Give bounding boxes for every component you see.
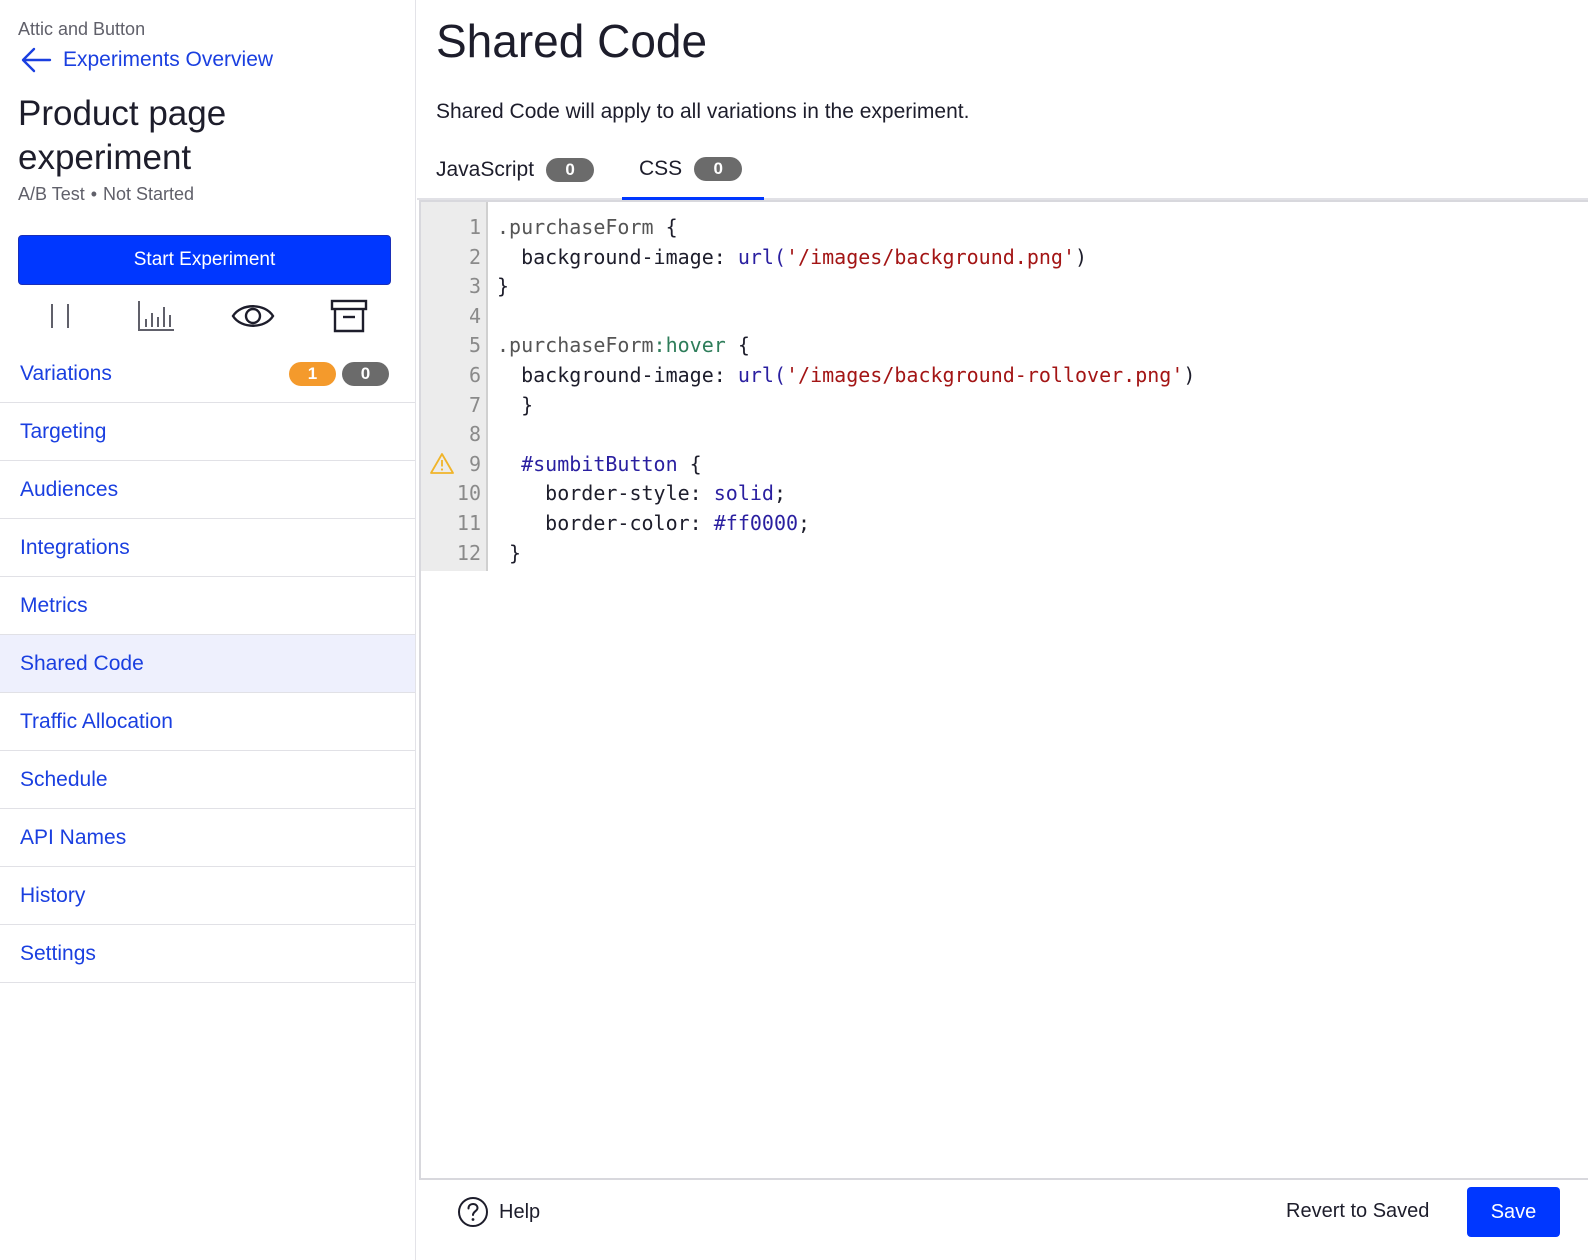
experiment-status: Not Started bbox=[103, 184, 195, 204]
preview-eye-icon[interactable] bbox=[231, 296, 275, 336]
pause-icon[interactable] bbox=[38, 296, 82, 336]
sidebar-item-history[interactable]: History bbox=[0, 867, 415, 925]
code-editor[interactable]: 1 .purchaseForm { 2 background-image: url(… bbox=[419, 200, 1588, 1180]
line-code: #sumbitButton { bbox=[521, 451, 702, 476]
sidebar-item-label: Metrics bbox=[20, 593, 88, 617]
code-tabs: JavaScript 0 CSS 0 bbox=[417, 140, 1588, 200]
line-code: } bbox=[497, 274, 510, 299]
separator-dot: • bbox=[90, 184, 98, 204]
sidebar-item-settings[interactable]: Settings bbox=[0, 925, 415, 983]
sidebar-item-integrations[interactable]: Integrations bbox=[0, 519, 415, 577]
sidebar-item-label: Integrations bbox=[20, 535, 130, 559]
sidebar-item-label: History bbox=[20, 883, 86, 907]
experiment-title: Product page experiment bbox=[18, 94, 227, 177]
line-number: 4 bbox=[468, 303, 481, 328]
sidebar-item-schedule[interactable]: Schedule bbox=[0, 751, 415, 809]
code-line: 1 .purchaseForm { bbox=[421, 212, 1581, 242]
sidebar-item-label: Traffic Allocation bbox=[20, 709, 173, 733]
experiment-nav: Variations 1 0 Targeting Audiences Integ… bbox=[0, 345, 415, 983]
error-count-badge: 0 bbox=[342, 362, 389, 386]
page-title: Shared Code bbox=[436, 15, 708, 67]
code-line: 11 border-color: #ff0000; bbox=[421, 508, 1581, 538]
tab-count-badge: 0 bbox=[546, 158, 595, 182]
sidebar-item-targeting[interactable]: Targeting bbox=[0, 403, 415, 461]
code-line: 5 .purchaseForm:hover { bbox=[421, 330, 1581, 360]
line-number: 8 bbox=[468, 422, 481, 447]
project-name: Attic and Button bbox=[18, 19, 146, 39]
code-line: 6 background-image: url('/images/backgro… bbox=[421, 360, 1581, 390]
sidebar-item-label: Targeting bbox=[20, 419, 107, 443]
tab-css[interactable]: CSS 0 bbox=[622, 140, 764, 200]
help-label: Help bbox=[499, 1200, 541, 1223]
line-code: background-image: url('/images/backgroun… bbox=[497, 363, 1196, 387]
code-line: 7 } bbox=[421, 390, 1581, 420]
experiment-meta: A/B Test • Not Started bbox=[18, 184, 194, 205]
code-line: 2 background-image: url('/images/backgro… bbox=[421, 242, 1581, 272]
line-number: 3 bbox=[468, 274, 481, 299]
code-line: 9 #sumbitButton { bbox=[421, 449, 1581, 479]
start-experiment-button[interactable]: Start Experiment bbox=[18, 235, 391, 285]
sidebar-item-traffic-allocation[interactable]: Traffic Allocation bbox=[0, 693, 415, 751]
line-code: .purchaseForm { bbox=[497, 215, 678, 239]
line-number: 2 bbox=[468, 244, 481, 269]
footer-bar: Help Revert to Saved Save bbox=[417, 1180, 1588, 1260]
sidebar-item-shared-code[interactable]: Shared Code bbox=[0, 635, 415, 693]
code-line: 10 border-style: solid; bbox=[421, 478, 1581, 508]
sidebar: Attic and Button Experiments Overview Pr… bbox=[0, 0, 416, 1260]
line-number: 11 bbox=[456, 511, 481, 535]
line-number: 10 bbox=[456, 481, 481, 506]
tab-count-badge: 0 bbox=[694, 156, 743, 181]
sidebar-item-label: Settings bbox=[20, 941, 96, 965]
help-circle-icon bbox=[458, 1197, 488, 1227]
sidebar-item-label: Variations bbox=[20, 361, 112, 385]
back-to-experiments-link[interactable]: Experiments Overview bbox=[20, 46, 273, 74]
warning-icon[interactable] bbox=[430, 452, 454, 474]
back-link-label: Experiments Overview bbox=[63, 48, 274, 71]
sidebar-item-label: Schedule bbox=[20, 767, 108, 791]
sidebar-item-api-names[interactable]: API Names bbox=[0, 809, 415, 867]
line-code: border-style: solid; bbox=[497, 481, 787, 506]
help-button[interactable]: Help bbox=[457, 1196, 540, 1228]
code-line: 12 } bbox=[421, 538, 1581, 568]
results-chart-icon[interactable] bbox=[134, 296, 178, 336]
code-line: 4 bbox=[421, 301, 1581, 331]
line-code: .purchaseForm:hover { bbox=[497, 333, 750, 358]
save-button[interactable]: Save bbox=[1467, 1187, 1560, 1237]
line-code: border-color: #ff0000; bbox=[497, 511, 811, 535]
line-number: 7 bbox=[468, 392, 481, 417]
code-line: 3} bbox=[421, 271, 1581, 301]
experiment-type: A/B Test bbox=[18, 184, 85, 204]
variations-badges: 1 0 bbox=[289, 362, 389, 386]
main-panel: Shared Code Shared Code will apply to al… bbox=[417, 0, 1588, 1260]
line-number: 12 bbox=[456, 540, 481, 565]
line-code: background-image: url('/images/backgroun… bbox=[497, 244, 1088, 269]
tab-javascript[interactable]: JavaScript 0 bbox=[436, 140, 595, 200]
line-number: 5 bbox=[468, 333, 481, 358]
line-number: 6 bbox=[468, 363, 481, 387]
page-description: Shared Code will apply to all variations… bbox=[436, 100, 970, 123]
arrow-left-icon bbox=[21, 47, 52, 73]
tab-label: JavaScript bbox=[436, 158, 535, 181]
code-line: 8 bbox=[421, 419, 1581, 449]
warning-count-badge: 1 bbox=[289, 362, 336, 386]
experiment-actions bbox=[18, 296, 391, 338]
line-number: 1 bbox=[468, 215, 481, 239]
tab-label: CSS bbox=[639, 156, 683, 180]
sidebar-item-variations[interactable]: Variations 1 0 bbox=[0, 345, 415, 403]
archive-icon[interactable] bbox=[327, 296, 371, 336]
sidebar-item-label: Audiences bbox=[20, 477, 119, 501]
sidebar-item-label: Shared Code bbox=[20, 651, 144, 675]
sidebar-item-label: API Names bbox=[20, 825, 127, 849]
line-code: } bbox=[497, 392, 534, 417]
revert-to-saved-button[interactable]: Revert to Saved bbox=[1286, 1200, 1429, 1223]
sidebar-item-metrics[interactable]: Metrics bbox=[0, 577, 415, 635]
line-code: } bbox=[497, 540, 522, 565]
sidebar-item-audiences[interactable]: Audiences bbox=[0, 461, 415, 519]
